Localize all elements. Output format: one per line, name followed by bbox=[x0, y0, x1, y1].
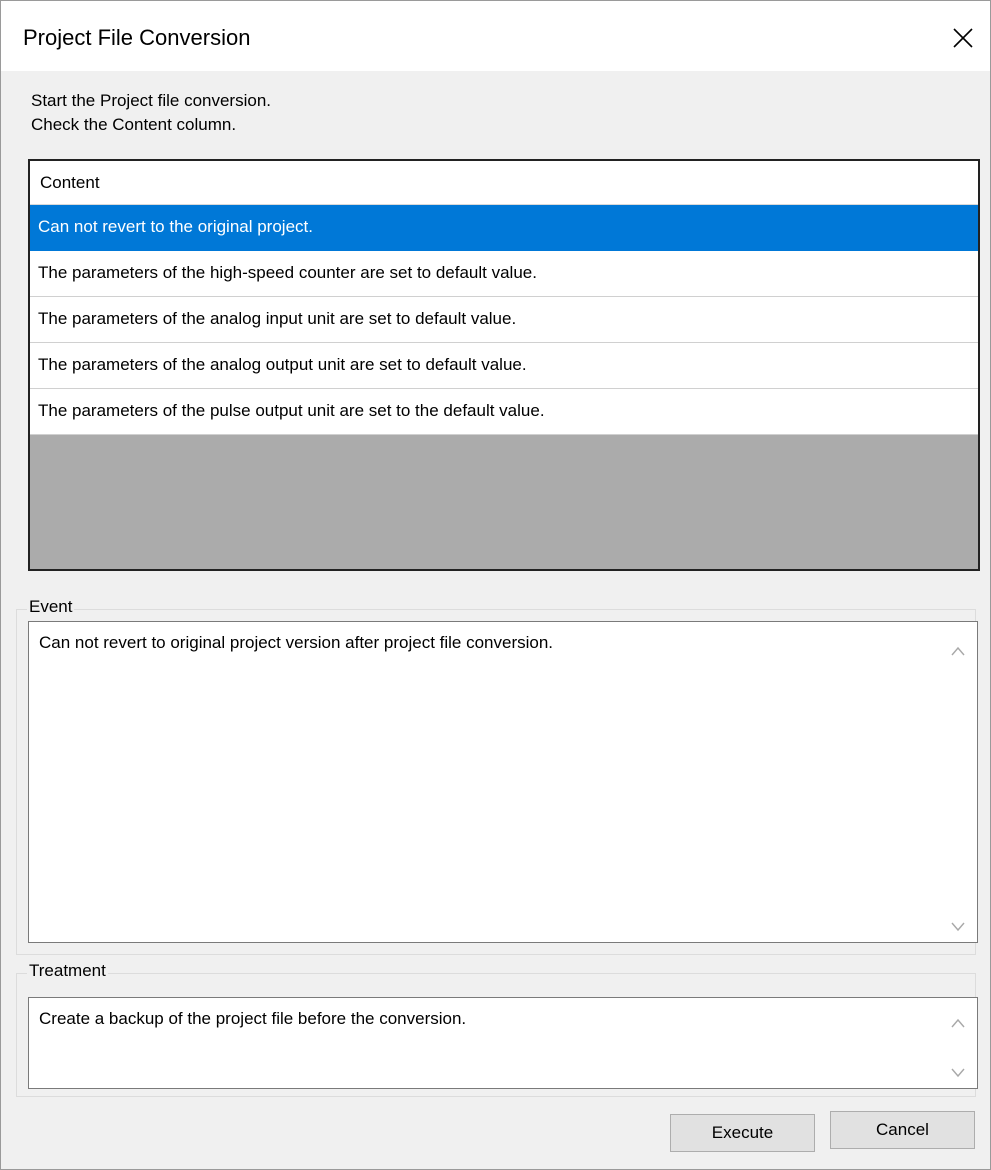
list-item[interactable]: The parameters of the analog output unit… bbox=[30, 343, 978, 389]
content-list[interactable]: Content Can not revert to the original p… bbox=[28, 159, 980, 571]
chevron-down-icon bbox=[951, 922, 965, 932]
close-icon bbox=[953, 28, 973, 48]
execute-button[interactable]: Execute bbox=[670, 1114, 815, 1152]
scroll-up-button[interactable] bbox=[949, 1016, 967, 1030]
chevron-down-icon bbox=[951, 1068, 965, 1078]
scroll-down-button[interactable] bbox=[949, 1066, 967, 1080]
scroll-up-button[interactable] bbox=[949, 644, 967, 658]
event-text: Can not revert to original project versi… bbox=[39, 633, 554, 652]
cancel-button[interactable]: Cancel bbox=[830, 1111, 975, 1149]
treatment-textbox[interactable]: Create a backup of the project file befo… bbox=[28, 997, 978, 1089]
list-item[interactable]: The parameters of the pulse output unit … bbox=[30, 389, 978, 435]
treatment-label: Treatment bbox=[27, 961, 108, 981]
intro-line-2: Check the Content column. bbox=[31, 115, 237, 134]
chevron-up-icon bbox=[951, 646, 965, 656]
list-item[interactable]: The parameters of the analog input unit … bbox=[30, 297, 978, 343]
intro-text: Start the Project file conversion. Check… bbox=[31, 89, 271, 137]
list-item[interactable]: Can not revert to the original project. bbox=[30, 205, 978, 251]
project-file-conversion-dialog: Project File Conversion Start the Projec… bbox=[0, 0, 991, 1170]
event-textbox[interactable]: Can not revert to original project versi… bbox=[28, 621, 978, 943]
scroll-down-button[interactable] bbox=[949, 920, 967, 934]
dialog-title: Project File Conversion bbox=[23, 25, 251, 50]
content-column-header[interactable]: Content bbox=[30, 161, 978, 205]
treatment-text: Create a backup of the project file befo… bbox=[39, 1009, 467, 1028]
title-bar: Project File Conversion bbox=[1, 1, 990, 71]
close-button[interactable] bbox=[936, 13, 990, 63]
event-label: Event bbox=[27, 597, 75, 617]
list-item[interactable]: The parameters of the high-speed counter… bbox=[30, 251, 978, 297]
intro-line-1: Start the Project file conversion. bbox=[31, 91, 272, 110]
chevron-up-icon bbox=[951, 1018, 965, 1028]
